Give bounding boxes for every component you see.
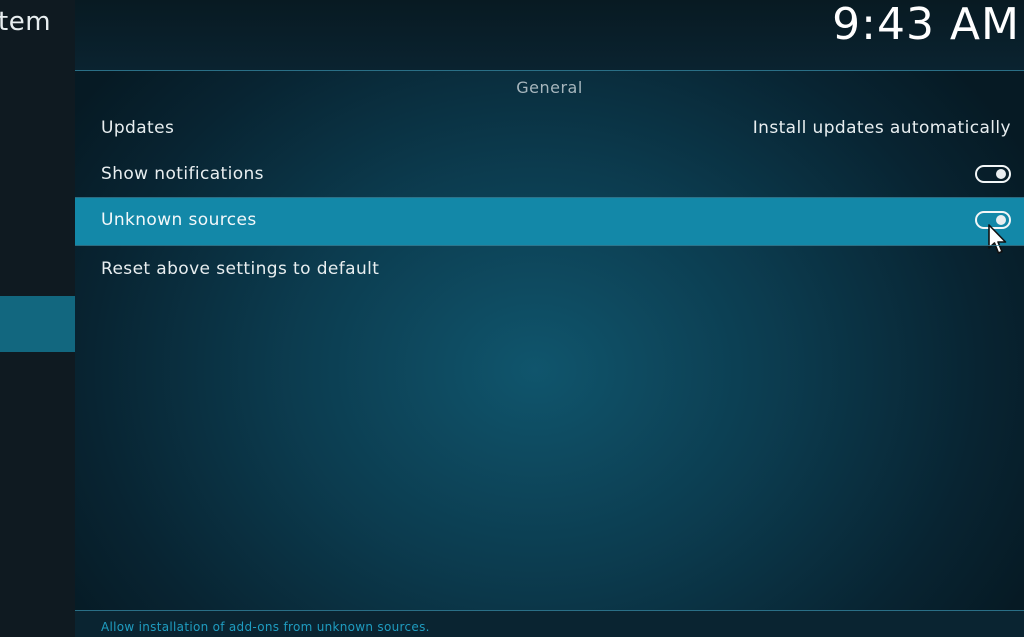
help-text: Allow installation of add-ons from unkno… <box>101 620 430 634</box>
section-title: General <box>516 78 583 97</box>
setting-reset-defaults[interactable]: Reset above settings to default <box>75 246 1024 292</box>
clock: 9:43 AM <box>832 0 1020 50</box>
setting-unknown-sources[interactable]: Unknown sources <box>75 198 1024 254</box>
setting-label: Reset above settings to default <box>101 259 380 279</box>
settings-panel: 9:43 AM General Updates Install updates … <box>75 0 1024 637</box>
setting-label: Unknown sources <box>101 210 257 230</box>
setting-updates[interactable]: Updates Install updates automatically <box>75 105 1024 151</box>
setting-label: Show notifications <box>101 164 264 184</box>
toggle-switch-icon[interactable] <box>975 165 1011 183</box>
toggle-knob <box>996 169 1006 179</box>
setting-label: Updates <box>101 118 175 138</box>
sidebar-active-item[interactable] <box>0 296 75 352</box>
setting-show-notifications[interactable]: Show notifications <box>75 151 1024 197</box>
app-window: tem 9:43 AM General Updates Install upda… <box>0 0 1024 637</box>
setting-value: Install updates automatically <box>752 118 1011 138</box>
sidebar-title: tem <box>0 7 52 37</box>
header-divider <box>75 70 1024 71</box>
sidebar: tem <box>0 0 75 637</box>
